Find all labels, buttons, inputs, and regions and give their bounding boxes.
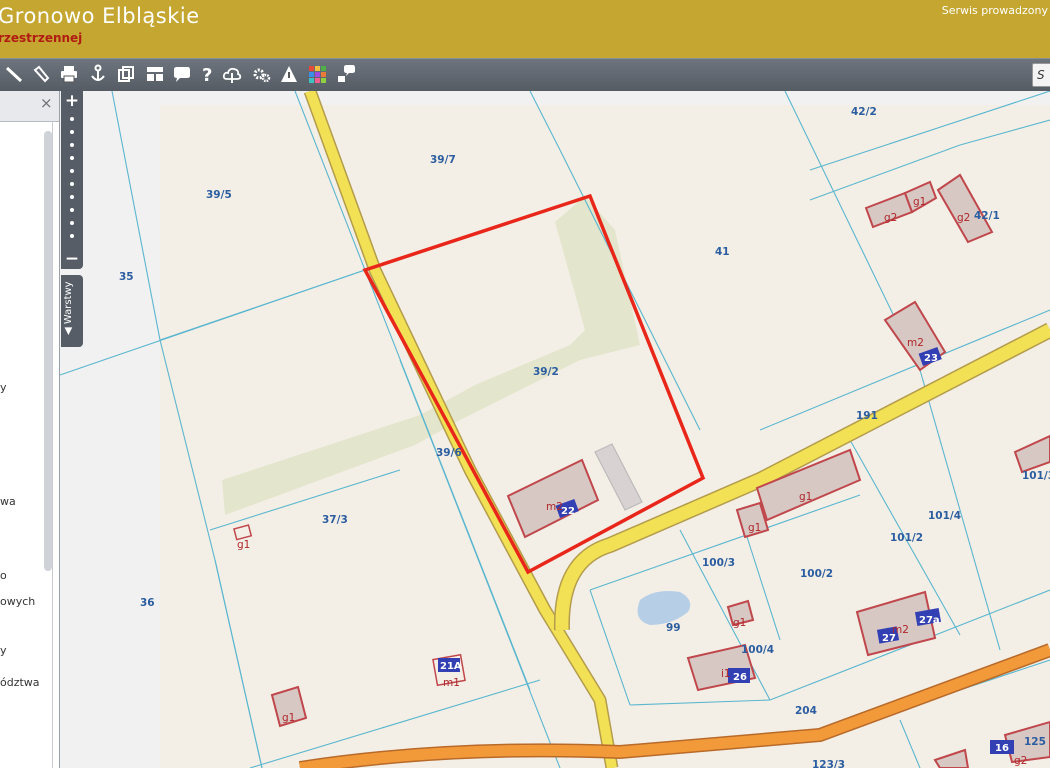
layout-icon[interactable] [143,62,167,86]
address-number: 26 [733,672,747,683]
parcel-label: 101/3 [1022,470,1050,482]
anchor-icon[interactable] [86,62,110,86]
address-number: 27a [919,615,940,626]
parcel-label: 37/3 [322,514,348,526]
building-label: g2 [1014,755,1027,767]
zoom-out-button[interactable]: − [61,249,83,269]
parcel-label: 42/2 [851,106,877,118]
parcel-label: 101/4 [928,510,961,522]
panel-text: y [0,644,7,657]
parcel-label: 204 [795,705,817,717]
parcel-label: 35 [119,271,134,283]
parcel-label: 39/5 [206,189,232,201]
address-number: 23 [924,353,938,364]
panel-text: y [0,381,7,394]
warning-icon[interactable] [277,62,301,86]
panel-scrollbar[interactable] [44,131,52,571]
parcel-label: 100/2 [800,568,833,580]
parcel-label: 41 [715,246,730,258]
cloud-upload-icon[interactable] [220,62,244,86]
address-number: 27 [882,633,896,644]
layers-tab[interactable]: ◀ Warstwy [61,275,83,347]
address-number: 16 [995,743,1009,754]
parcel-label: 101/2 [890,532,923,544]
parcel-label: 191 [856,410,878,422]
app-subtitle: rzestrzennej [0,31,83,45]
parcel-label: 42/1 [974,210,1000,222]
service-info: Serwis prowadzony [941,4,1048,17]
building-label: m1 [443,677,460,689]
panel-text: owych [0,595,36,608]
print-icon[interactable] [57,62,81,86]
close-icon[interactable]: × [40,94,53,112]
panel-text: ództwa [0,676,40,689]
building-label: g1 [733,617,746,629]
building-label: g2 [884,212,897,224]
zoom-in-button[interactable]: + [61,91,83,111]
zoom-slider[interactable] [70,117,74,245]
speech-bubble-icon[interactable] [170,62,194,86]
panel-text: wa [0,495,16,508]
parcel-label: 123/3 [812,759,845,768]
building-label: i1 [721,668,731,680]
parcel-label: 100/3 [702,557,735,569]
address-number: 22 [561,506,575,517]
copy-icon[interactable] [114,62,138,86]
building-label: g1 [748,522,761,534]
cadastral-map[interactable]: 39/7 39/5 42/2 42/1 41 35 39/2 191 39/6 … [0,0,1050,768]
parcel-label: 100/4 [741,644,774,656]
building-label: g1 [282,712,295,724]
address-number: 21A [440,661,462,672]
comment-icon[interactable] [334,62,358,86]
measure-link-icon[interactable] [29,62,53,86]
help-icon[interactable]: ? [195,62,219,86]
side-panel: × y wa o owych y ództwa [0,91,60,768]
parcel-label: 36 [140,597,155,609]
zoom-control: + − [61,91,83,269]
search-input[interactable]: S [1032,63,1050,87]
color-palette-icon[interactable] [305,62,329,86]
building-label: g1 [237,539,250,551]
svg-text:?: ? [202,65,212,84]
parcel-label: 125 [1024,736,1046,748]
toolbar: ? S [0,58,1050,91]
building-label: g1 [913,196,926,208]
parcel-label: 39/2 [533,366,559,378]
parcel-label: 39/7 [430,154,456,166]
parcel-label: 99 [666,622,681,634]
layers-tab-label: ◀ Warstwy [63,281,74,335]
building-label: g2 [957,212,970,224]
parcel-label: 39/6 [436,447,462,459]
app-header: Gronowo Elbląskie rzestrzennej Serwis pr… [0,0,1050,58]
panel-header: × [0,91,59,122]
app-title: Gronowo Elbląskie [0,4,200,28]
measure-line-icon[interactable] [2,62,26,86]
building-label: m2 [907,337,924,349]
building-label: g1 [799,491,812,503]
panel-scroll-track [52,121,53,768]
panel-text: o [0,569,7,582]
settings-icon[interactable] [249,62,273,86]
